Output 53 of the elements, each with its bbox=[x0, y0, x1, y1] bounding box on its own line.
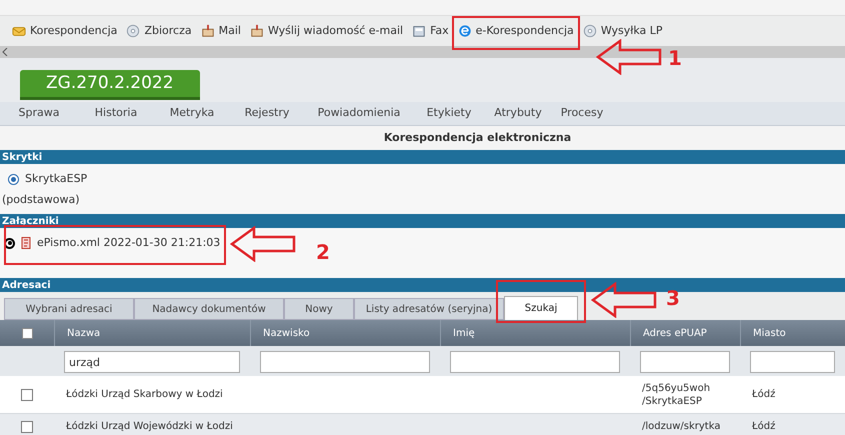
table-cell: Łódź bbox=[752, 421, 776, 432]
table-cell: Łódzki Urząd Wojewódzki w Łodzi bbox=[66, 421, 233, 432]
nav-link[interactable]: Atrybuty bbox=[484, 105, 552, 122]
section-title: Korespondencja elektroniczna bbox=[382, 130, 572, 146]
table-cell: Łódzki Urząd Skarbowy w Łodzi bbox=[66, 389, 223, 400]
tab[interactable]: Szukaj bbox=[504, 296, 578, 320]
e-logo-icon bbox=[458, 24, 472, 38]
nav-link[interactable]: Sprawa bbox=[0, 105, 78, 122]
toolbar-button[interactable]: Wyślij wiadomość e-mail bbox=[250, 22, 404, 40]
filter-field[interactable]: urząd bbox=[64, 351, 240, 374]
nav-link[interactable]: Procesy bbox=[552, 105, 612, 122]
tab[interactable]: Listy adresatów (seryjna) bbox=[354, 298, 504, 320]
envelope-icon bbox=[12, 24, 26, 38]
nav-link[interactable]: Historia bbox=[78, 105, 154, 122]
toolbar-button[interactable]: Mail bbox=[200, 22, 241, 40]
disc-icon bbox=[582, 24, 597, 38]
section-header: Załączniki bbox=[0, 214, 845, 228]
filter-field[interactable] bbox=[750, 351, 835, 374]
filter-field[interactable] bbox=[640, 351, 730, 374]
nav-link[interactable]: Metryka bbox=[154, 105, 230, 122]
section-header: Skrytki bbox=[0, 150, 845, 164]
radio-button[interactable] bbox=[4, 238, 15, 248]
table-cell: /5q56yu5woh /SkrytkaESP bbox=[642, 382, 710, 406]
fax-icon bbox=[412, 24, 426, 38]
toolbar-button[interactable]: Fax bbox=[412, 22, 449, 40]
callout-number: 2 bbox=[316, 242, 330, 262]
callout-number: 1 bbox=[668, 48, 682, 68]
filter-field[interactable] bbox=[260, 351, 430, 374]
mailbox-note: (podstawowa) bbox=[2, 192, 81, 208]
nav-link[interactable]: Rejestry bbox=[230, 105, 304, 122]
tab[interactable]: Wybrani adresaci bbox=[4, 298, 134, 320]
nav-link[interactable]: Powiadomienia bbox=[304, 105, 414, 122]
mailbox-icon bbox=[200, 24, 215, 38]
toolbar-button[interactable]: Zbiorcza bbox=[126, 22, 192, 40]
tab[interactable]: Nowy bbox=[284, 298, 354, 320]
checkbox[interactable] bbox=[21, 420, 33, 432]
disc-icon bbox=[126, 24, 140, 38]
checkbox[interactable] bbox=[22, 328, 32, 338]
scroll-left-icon[interactable] bbox=[2, 48, 8, 56]
tab[interactable]: Nadawcy dokumentów bbox=[134, 298, 284, 320]
filter-field[interactable] bbox=[450, 351, 620, 374]
nav-link[interactable]: Etykiety bbox=[414, 105, 484, 122]
table-cell: /lodzuw/skrytka bbox=[642, 421, 720, 432]
toolbar-button[interactable]: Wysyłka LP bbox=[582, 22, 663, 40]
toolbar-button[interactable]: Korespondencja bbox=[12, 22, 118, 40]
attachment-link[interactable]: ePismo.xml 2022-01-30 21:21:03 bbox=[37, 234, 220, 252]
radio-label: SkrytkaESP bbox=[25, 170, 88, 187]
checkbox[interactable] bbox=[21, 388, 33, 400]
mailbox-icon bbox=[250, 24, 264, 38]
file-icon bbox=[21, 237, 31, 249]
table-cell: Łódź bbox=[752, 389, 776, 400]
radio-button[interactable] bbox=[8, 174, 19, 184]
toolbar-button[interactable]: e-Korespondencja bbox=[458, 22, 574, 40]
